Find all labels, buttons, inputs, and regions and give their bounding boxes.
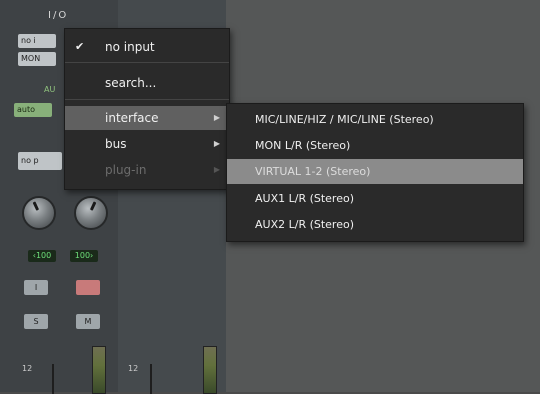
menu-divider [65, 99, 229, 100]
submenu-item-virtual-1-2[interactable]: VIRTUAL 1-2 (Stereo) [227, 159, 523, 184]
pan-value-right: 100› [70, 250, 98, 262]
submenu-item-mon-lr[interactable]: MON L/R (Stereo) [227, 133, 523, 158]
fader-track[interactable] [52, 364, 54, 394]
automation-label: AU [44, 85, 56, 94]
fader-scale-label-left: 12 [22, 364, 33, 373]
menu-item-label: search... [105, 76, 157, 90]
output-selector[interactable]: MON [18, 52, 56, 66]
submenu-arrow-icon: ▶ [213, 165, 220, 174]
input-selector[interactable]: no i [18, 34, 56, 48]
menu-item-label: bus [105, 137, 127, 151]
submenu-item-aux1-lr[interactable]: AUX1 L/R (Stereo) [227, 186, 523, 211]
submenu-item-mic-line[interactable]: MIC/LINE/HIZ / MIC/LINE (Stereo) [227, 107, 523, 132]
pan-knob-left[interactable] [22, 196, 56, 230]
pan-knob-right[interactable] [74, 196, 108, 230]
menu-item-label: interface [105, 111, 159, 125]
solo-button[interactable]: S [24, 314, 48, 329]
menu-item-bus[interactable]: bus ▶ [65, 132, 229, 156]
menu-item-label: no input [105, 40, 155, 54]
level-meter-2 [203, 346, 217, 394]
menu-item-plug-in: plug-in ▶ [65, 158, 229, 182]
mute-button[interactable]: M [76, 314, 100, 329]
menu-item-search[interactable]: search... [65, 71, 229, 95]
input-popup-menu: ✔ no input search... interface ▶ bus ▶ p… [64, 28, 230, 190]
submenu-item-aux2-lr[interactable]: AUX2 L/R (Stereo) [227, 212, 523, 237]
insert-slot[interactable]: no p [18, 152, 62, 170]
interface-submenu: MIC/LINE/HIZ / MIC/LINE (Stereo) MON L/R… [226, 103, 524, 242]
menu-item-no-input[interactable]: ✔ no input [65, 35, 229, 59]
menu-item-label: plug-in [105, 163, 147, 177]
menu-divider [65, 62, 229, 63]
submenu-arrow-icon: ▶ [213, 113, 220, 122]
level-meter [92, 346, 106, 394]
io-section-label: I/O [48, 10, 69, 21]
menu-item-interface[interactable]: interface ▶ [65, 106, 229, 130]
checkmark-icon: ✔ [75, 40, 85, 53]
submenu-arrow-icon: ▶ [213, 139, 220, 148]
input-monitor-button[interactable] [76, 280, 100, 295]
fader-track-2[interactable] [150, 364, 152, 394]
fader-scale-label-right: 12 [128, 364, 139, 373]
automation-mode-selector[interactable]: auto [14, 103, 52, 117]
pan-value-left: ‹100 [28, 250, 56, 262]
record-enable-button[interactable]: I [24, 280, 48, 295]
